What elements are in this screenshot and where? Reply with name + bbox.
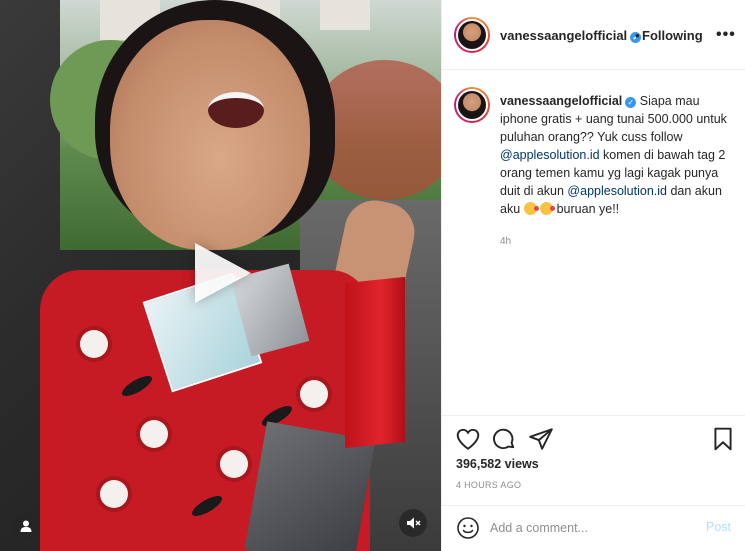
caption-username[interactable]: vanessaangelofficial [500, 94, 622, 108]
caption-part-4: buruan ye!! [553, 202, 620, 216]
mouth [208, 92, 264, 128]
caption-time: 4h [500, 236, 512, 247]
following-button[interactable]: Following [642, 28, 703, 43]
kiss-emoji-icon [523, 202, 539, 215]
mention-link[interactable]: @applesolution.id [567, 184, 667, 198]
comment-bar: Post [442, 505, 745, 551]
separator-dot: • [635, 28, 640, 43]
comment-bubble-icon[interactable] [491, 426, 517, 452]
paper-plane-icon[interactable] [528, 426, 554, 452]
caption-text: vanessaangelofficial ✓ Siapa mau iphone g… [500, 92, 736, 218]
smiley-icon[interactable] [456, 516, 480, 540]
post-timestamp[interactable]: 4 HOURS AGO [456, 480, 521, 490]
action-bar: 396,582 views 4 HOURS AGO [442, 415, 745, 505]
post-button[interactable]: Post [706, 520, 731, 534]
post-side-panel: vanessaangelofficial ✓ • Following ••• va… [441, 0, 745, 551]
more-options-icon[interactable]: ••• [716, 26, 736, 44]
user-tag-button[interactable] [12, 512, 40, 540]
heart-icon[interactable] [455, 426, 481, 452]
kiss-emoji-icon [540, 202, 556, 215]
username-text[interactable]: vanessaangelofficial [500, 28, 627, 43]
mention-link[interactable]: @applesolution.id [500, 148, 600, 162]
shopping-bag [345, 276, 405, 449]
post-video[interactable] [0, 0, 441, 551]
post-header: vanessaangelofficial ✓ • Following ••• [442, 0, 745, 70]
caption-avatar[interactable] [454, 87, 490, 123]
view-count[interactable]: 396,582 views [456, 457, 539, 471]
comment-input[interactable] [490, 518, 690, 538]
face [110, 20, 310, 250]
bookmark-icon[interactable] [710, 426, 736, 452]
username[interactable]: vanessaangelofficial ✓ [500, 28, 642, 43]
mute-button[interactable] [399, 509, 427, 537]
user-icon [20, 520, 32, 532]
play-icon[interactable] [195, 243, 251, 303]
speaker-muted-icon [407, 517, 421, 529]
avatar[interactable] [454, 17, 490, 53]
verified-badge-icon: ✓ [625, 97, 637, 108]
caption-section: vanessaangelofficial ✓ Siapa mau iphone g… [442, 70, 745, 415]
